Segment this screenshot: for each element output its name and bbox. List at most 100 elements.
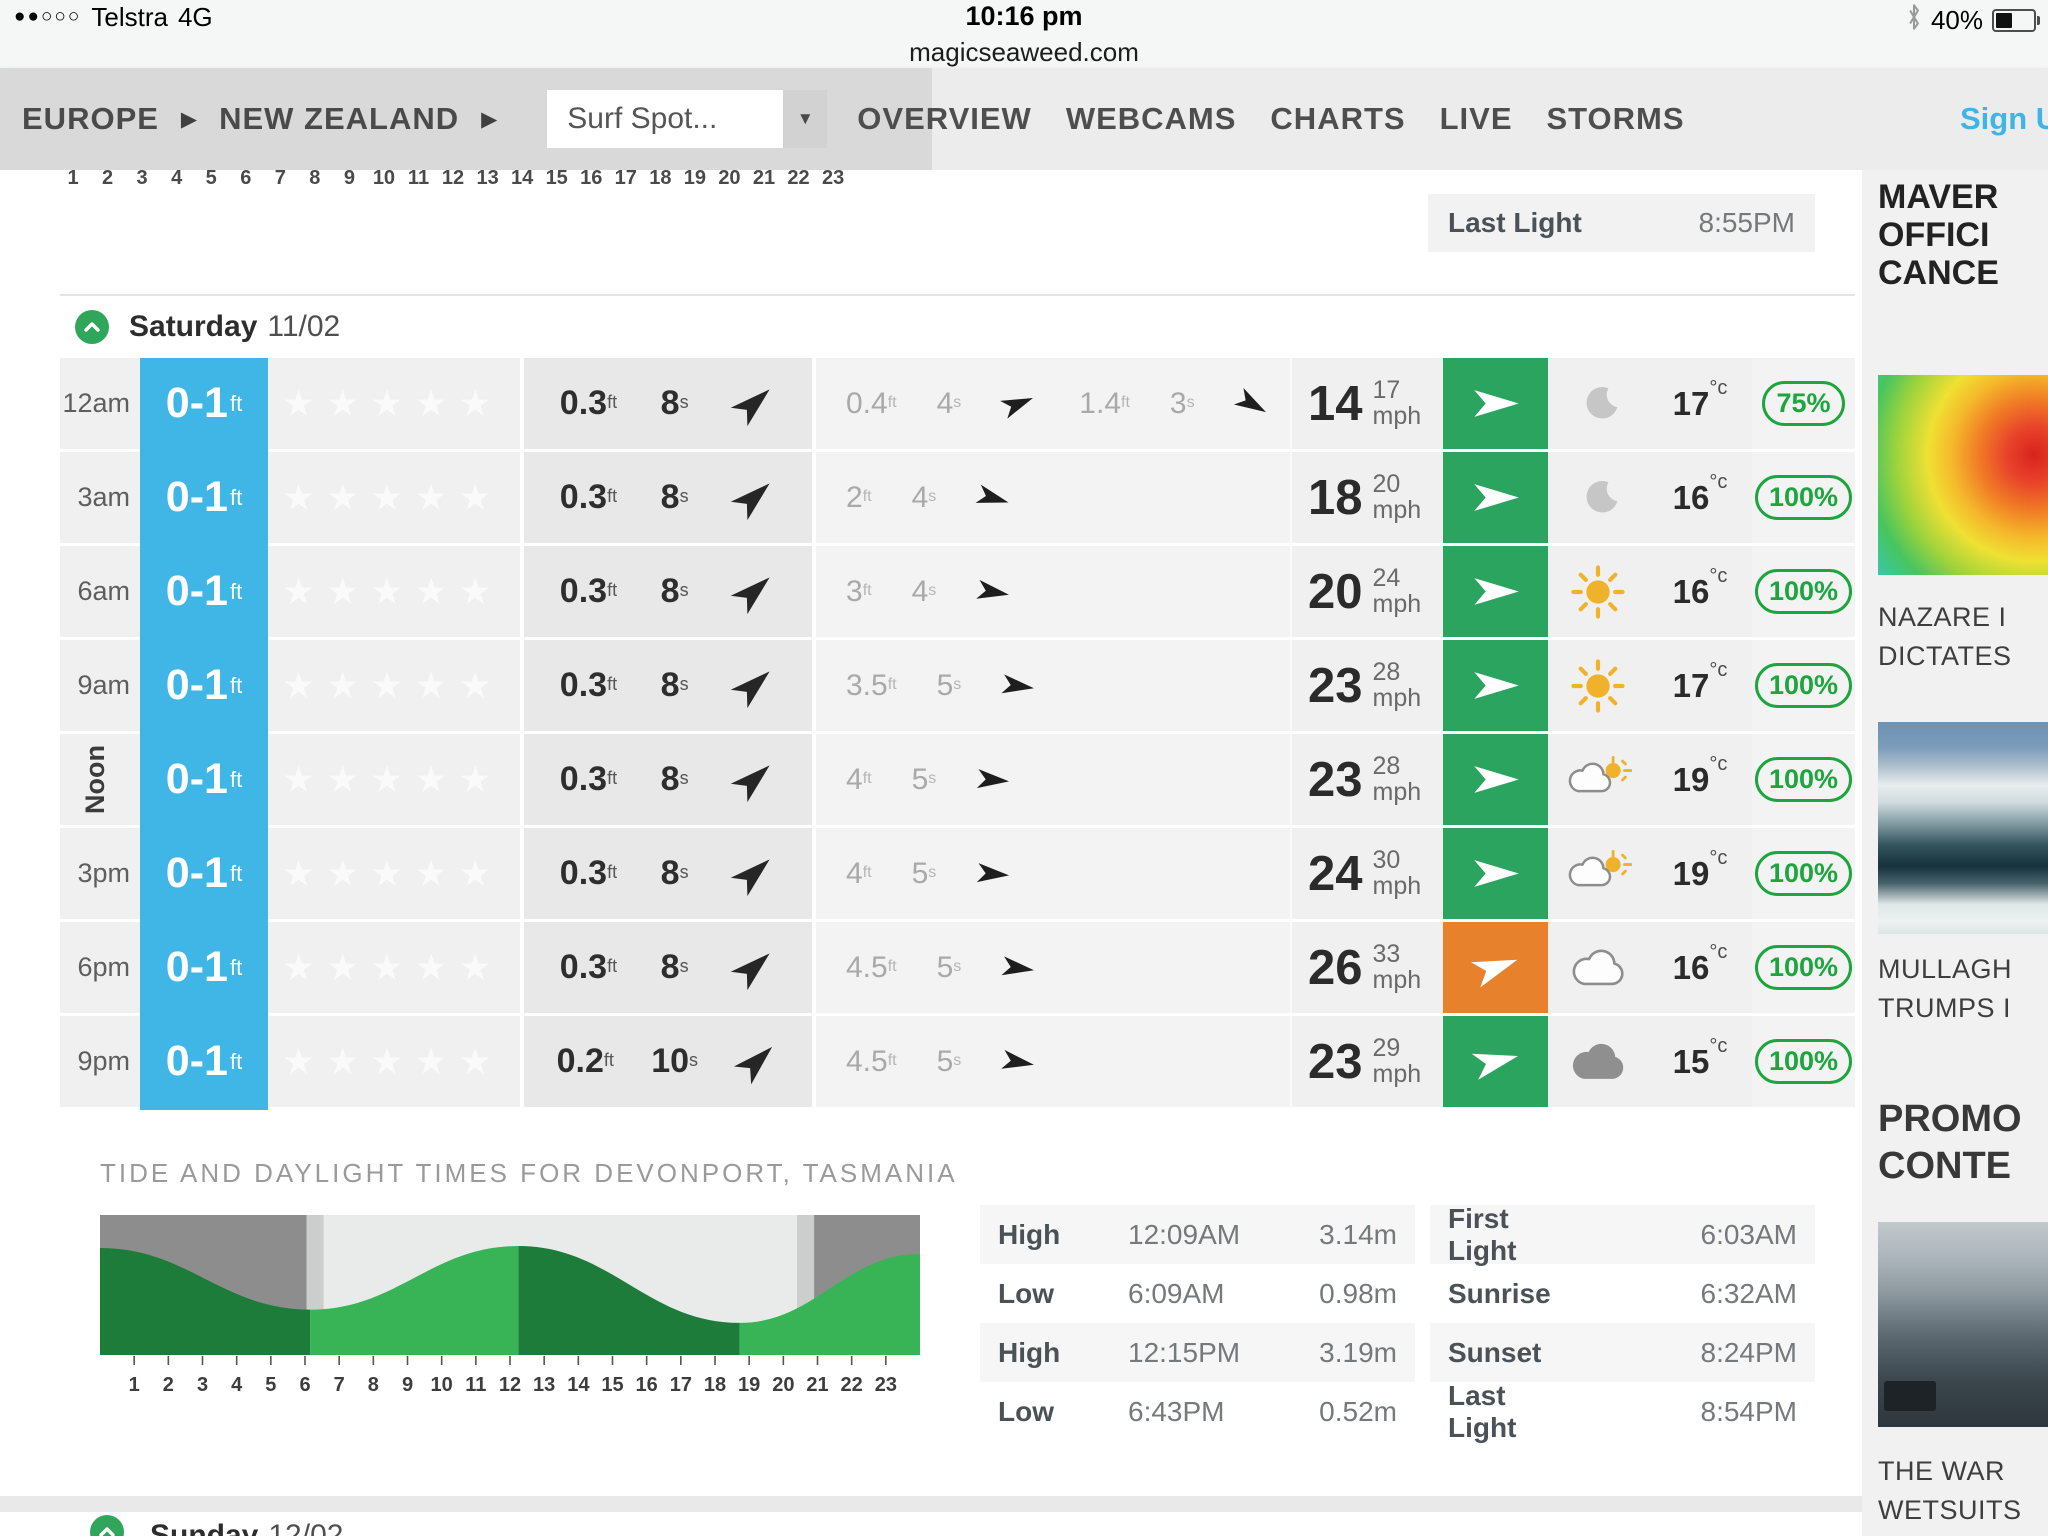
surf-spot-dropdown-value[interactable]: Surf Spot... [547, 90, 783, 148]
wind-arrow-icon [1472, 670, 1520, 701]
secondary-swell: 2ft 4s [846, 481, 1010, 515]
sun-icon [1548, 546, 1648, 640]
secondary-swell-period: 3s [1170, 387, 1195, 421]
tide-type: Low [998, 1396, 1128, 1428]
breadcrumb-country[interactable]: NEW ZEALAND [219, 101, 459, 137]
battery-icon [1992, 9, 2036, 32]
forecast-row: 3am0-1ft★★★★★0.3ft 8s 2ft 4s 18 20mph16°… [60, 452, 1855, 546]
day-title: Sunday12/02 [150, 1519, 343, 1536]
nav-item-webcams[interactable]: WEBCAMS [1066, 101, 1237, 137]
nav-item-storms[interactable]: STORMS [1547, 101, 1685, 137]
sidebar-article-caption[interactable]: MULLAGHTRUMPS I [1878, 950, 2012, 1028]
day-header-sunday[interactable]: Sunday12/02 [60, 1512, 1855, 1536]
svg-text:6: 6 [299, 1374, 310, 1396]
sidebar-article-caption[interactable]: NAZARE IDICTATES [1878, 598, 2012, 676]
secondary-swell: 4.5ft 5s [846, 951, 1035, 985]
chevron-down-icon[interactable]: ▼ [783, 90, 827, 148]
wind-direction-cell [1443, 828, 1548, 922]
tide-row: High 12:15PM 3.19m [980, 1323, 1415, 1382]
coast-photo-thumbnail[interactable] [1878, 1222, 2048, 1427]
cloud-dark-icon [1548, 1016, 1648, 1110]
tide-height: 3.14m [1319, 1219, 1397, 1251]
primary-swell-cell: 0.3ft 8s [520, 546, 812, 640]
svg-text:17: 17 [670, 1374, 692, 1396]
time-label: Noon [60, 734, 140, 828]
sidebar-article-line: MAVER [1878, 178, 1999, 216]
daylight-label: Last Light [1448, 1380, 1578, 1444]
svg-text:11: 11 [465, 1374, 486, 1396]
sidebar-article-headline[interactable]: MAVEROFFICICANCE [1878, 178, 1999, 292]
cloud-icon [1548, 922, 1648, 1016]
svg-text:13: 13 [533, 1374, 555, 1396]
forecast-row: 9am0-1ft★★★★★0.3ft 8s 3.5ft 5s 23 28mph1… [60, 640, 1855, 734]
forecast-row: 6am0-1ft★★★★★0.3ft 8s 3ft 4s 20 24mph16°… [60, 546, 1855, 640]
swell-map-thumbnail[interactable] [1878, 375, 2048, 575]
primary-swell-cell: 0.3ft 8s [520, 922, 812, 1016]
svg-text:2: 2 [163, 1374, 174, 1396]
axis-hour-label: 5 [206, 170, 217, 190]
probability-badge: 100% [1755, 945, 1852, 990]
wave-photo-thumbnail[interactable] [1878, 722, 2048, 934]
sidebar-article-headline[interactable]: PROMOCONTE [1878, 1096, 2022, 1190]
site-nav-bar: EUROPE ▶ NEW ZEALAND ▶ Surf Spot... ▼ OV… [0, 68, 2048, 170]
secondary-swell-height: 3ft [846, 575, 872, 609]
surf-height-value: 0-1ft [166, 661, 242, 710]
secondary-swell-height: 2ft [846, 481, 872, 515]
breadcrumb-arrow-icon: ▶ [181, 107, 197, 132]
tide-height: 0.52m [1319, 1396, 1397, 1428]
section-divider [0, 1496, 1862, 1512]
wind-arrow-icon [1472, 764, 1520, 795]
svg-text:22: 22 [841, 1374, 863, 1396]
axis-hour-label: 22 [787, 170, 809, 190]
star-rating: ★★★★★ [268, 546, 520, 640]
nav-item-charts[interactable]: CHARTS [1270, 101, 1405, 137]
surf-height-cell: 0-1ft [140, 734, 268, 828]
time-label: 6am [60, 546, 140, 640]
daylight-time: 6:03AM [1701, 1219, 1798, 1251]
secondary-swell-period: 4s [912, 481, 937, 515]
day-header-saturday[interactable]: Saturday11/02 [60, 294, 1855, 358]
wind-speed-cell: 23 28mph [1290, 640, 1443, 734]
air-temp: 19°c [1648, 828, 1752, 922]
svg-text:10: 10 [431, 1374, 453, 1396]
wind-gust-value: 33mph [1373, 941, 1422, 993]
wind-speed-value: 24 [1308, 846, 1363, 902]
collapse-chevron-icon[interactable] [75, 310, 109, 344]
collapse-chevron-icon[interactable] [90, 1515, 124, 1536]
wind-direction-cell [1443, 640, 1548, 734]
breadcrumb-region[interactable]: EUROPE [22, 101, 159, 137]
battery-percent: 40% [1931, 5, 1983, 36]
axis-hour-label: 6 [240, 170, 251, 190]
sidebar-article-caption[interactable]: THE WARWETSUITS [1878, 1452, 2022, 1530]
surf-height-value: 0-1ft [166, 379, 242, 428]
svg-text:4: 4 [231, 1374, 243, 1396]
swell-arrow-icon [975, 578, 1012, 606]
svg-text:18: 18 [704, 1374, 726, 1396]
forecast-table: 12am0-1ft★★★★★0.3ft 8s 0.4ft 4s 1.4ft 3s… [60, 358, 1855, 1110]
wind-arrow-icon [1472, 482, 1520, 513]
tide-time: 12:15PM [1128, 1337, 1319, 1369]
primary-swell-period: 8s [661, 572, 689, 611]
surf-height-value: 0-1ft [166, 1037, 242, 1086]
air-temp: 15°c [1648, 1016, 1752, 1110]
secondary-swell-period: 5s [937, 951, 962, 985]
status-right-cluster: 40% [1906, 4, 2036, 37]
wind-speed-cell: 24 30mph [1290, 828, 1443, 922]
probability-cell: 100% [1752, 828, 1855, 922]
nav-item-overview[interactable]: OVERVIEW [857, 101, 1032, 137]
surf-height-cell: 0-1ft [140, 922, 268, 1016]
nav-item-live[interactable]: LIVE [1440, 101, 1513, 137]
wind-arrow-icon [1468, 945, 1524, 991]
axis-hour-label: 16 [580, 170, 602, 190]
sidebar-article-line: CONTE [1878, 1143, 2022, 1190]
last-light-value: 8:55PM [1699, 207, 1796, 239]
sign-up-link[interactable]: Sign Up [1960, 68, 2048, 170]
surf-spot-dropdown[interactable]: Surf Spot... ▼ [547, 90, 827, 148]
svg-text:19: 19 [738, 1374, 760, 1396]
axis-hour-label: 13 [476, 170, 498, 190]
primary-swell-period: 8s [661, 478, 689, 517]
sidebar-article-line: OFFICI [1878, 216, 1999, 254]
svg-text:8: 8 [368, 1374, 379, 1396]
secondary-swell-period: 4s [937, 387, 962, 421]
secondary-swell-cell: 4ft 5s [812, 734, 1290, 828]
